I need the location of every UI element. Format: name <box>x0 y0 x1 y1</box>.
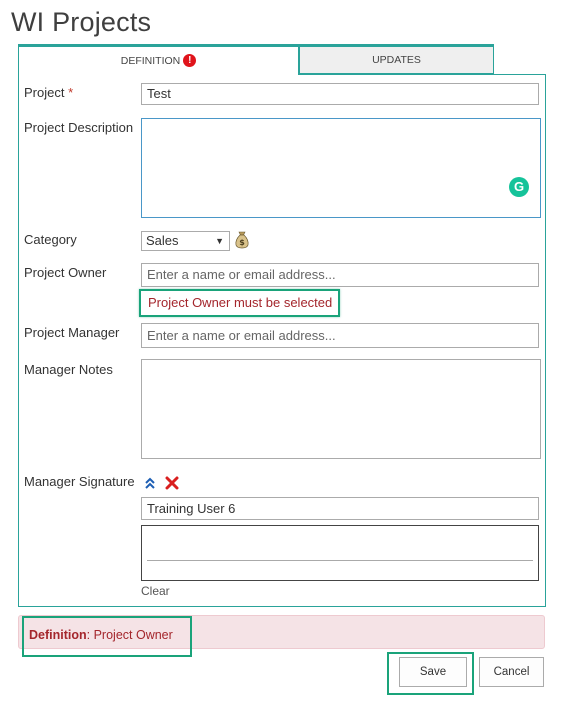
project-manager-label: Project Manager <box>24 325 120 340</box>
tab-definition-label: DEFINITION <box>120 55 181 67</box>
project-manager-input[interactable]: Enter a name or email address... <box>141 323 539 348</box>
signature-pad[interactable] <box>141 525 539 581</box>
money-bag-icon: $ <box>235 231 249 249</box>
panel-divider <box>298 74 546 75</box>
delete-x-icon[interactable] <box>165 476 179 490</box>
required-marker: * <box>68 85 74 100</box>
dropdown-arrow-icon: ▼ <box>215 236 224 246</box>
category-selected-value: Sales <box>146 233 179 248</box>
category-label: Category <box>24 232 77 247</box>
project-owner-label: Project Owner <box>24 265 107 280</box>
save-button[interactable]: Save <box>399 657 467 687</box>
signature-baseline <box>147 560 533 561</box>
category-select[interactable]: Sales ▼ <box>141 231 230 251</box>
manager-signature-label: Manager Signature <box>24 474 135 489</box>
tab-definition[interactable]: DEFINITION! <box>18 44 299 74</box>
manager-notes-textarea[interactable] <box>141 359 541 459</box>
validation-summary-highlight[interactable]: Definition: Project Owner <box>22 616 192 657</box>
project-owner-error: Project Owner must be selected <box>139 289 340 317</box>
signature-controls <box>144 474 179 490</box>
cancel-button[interactable]: Cancel <box>479 657 544 687</box>
error-badge-icon: ! <box>183 53 197 67</box>
summary-message: Project Owner <box>90 628 173 642</box>
project-owner-input[interactable]: Enter a name or email address... <box>141 263 539 287</box>
project-description-textarea[interactable] <box>141 118 541 218</box>
tab-updates[interactable]: UPDATES <box>299 44 494 74</box>
summary-field-name: Definition <box>29 628 87 642</box>
page-title: WI Projects <box>11 7 152 37</box>
collapse-chevron-up-icon[interactable] <box>144 476 156 490</box>
project-label: Project * <box>24 85 73 101</box>
manager-notes-label: Manager Notes <box>24 362 113 377</box>
tab-updates-label: UPDATES <box>372 54 421 66</box>
project-input[interactable]: Test <box>141 83 539 105</box>
svg-text:$: $ <box>239 238 245 247</box>
project-description-label: Project Description <box>24 120 134 135</box>
grammarly-icon[interactable]: G <box>509 177 529 197</box>
clear-signature-link[interactable]: Clear <box>141 584 170 598</box>
signature-name-field[interactable]: Training User 6 <box>141 497 539 520</box>
project-label-text: Project <box>24 85 65 100</box>
